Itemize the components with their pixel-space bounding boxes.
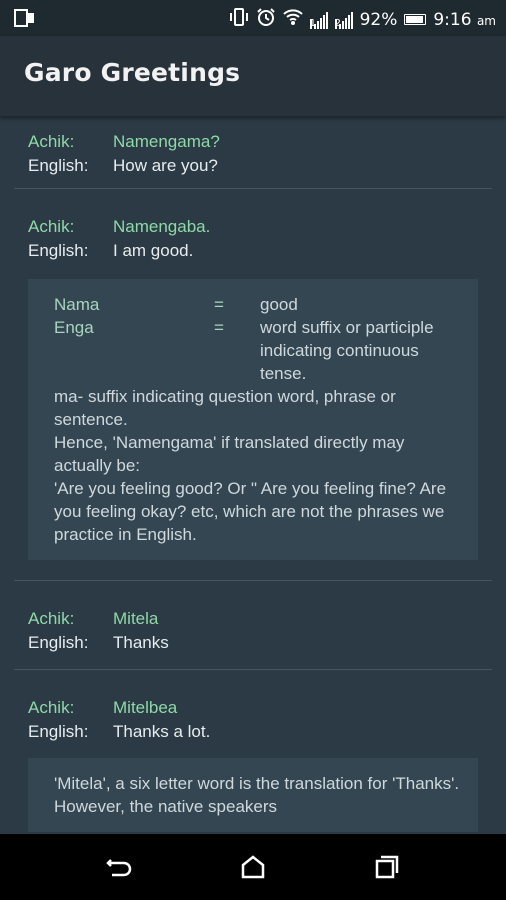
english-phrase: How are you? [113, 156, 218, 175]
home-icon[interactable] [236, 850, 270, 884]
achik-label: Achik: [28, 217, 75, 236]
wifi-icon [282, 8, 303, 31]
english-phrase: Thanks [113, 633, 169, 652]
english-phrase: Thanks a lot. [113, 722, 211, 741]
app-bar: Garo Greetings [0, 36, 506, 116]
achik-label: Achik: [28, 132, 75, 151]
status-bar: 1 2 92% 9:16 am [0, 0, 506, 36]
achik-phrase: Mitela [113, 609, 159, 628]
achik-phrase: Namengaba. [113, 217, 211, 236]
explanation-note: Nama = good Enga = word suffix or partic… [28, 279, 478, 560]
note-paragraph: 'Mitela', a six letter word is the trans… [54, 774, 460, 816]
clock: 9:16 am [433, 9, 496, 30]
equals-sign: = [214, 318, 224, 337]
battery-icon [404, 14, 427, 25]
recents-icon[interactable] [370, 850, 404, 884]
list-item[interactable]: Achik: Mitela English: Thanks [14, 581, 492, 670]
note-paragraph: Hence, 'Namengama' if translated directl… [54, 433, 405, 475]
english-label: English: [28, 633, 89, 652]
back-icon[interactable] [102, 850, 136, 884]
english-label: English: [28, 241, 89, 260]
app-title: Garo Greetings [24, 58, 241, 87]
achik-phrase: Namengama? [113, 132, 220, 151]
equals-sign: = [214, 295, 224, 314]
greetings-list[interactable]: Achik: Namengama? English: How are you? Ac… [0, 116, 506, 834]
term-row: Enga = word suffix or participle indicat… [54, 316, 462, 385]
english-label: English: [28, 722, 89, 741]
term: Enga [54, 318, 94, 337]
english-phrase: I am good. [113, 241, 194, 260]
achik-label: Achik: [28, 698, 75, 717]
english-label: English: [28, 156, 89, 175]
battery-percent: 92% [359, 9, 398, 30]
signal-icon: 2 [334, 11, 353, 29]
note-paragraph: ma- suffix indicating question word, phr… [54, 387, 396, 429]
list-item[interactable]: Achik: Namengama? English: How are you? [14, 116, 492, 189]
achik-label: Achik: [28, 609, 75, 628]
note-paragraph: 'Are you feeling good? Or " Are you feel… [54, 479, 447, 544]
achik-phrase: Mitelbea [113, 698, 178, 717]
term-row: Nama = good [54, 293, 462, 316]
list-item[interactable]: Achik: Mitelbea English: Thanks a lot. 'Mi… [14, 670, 492, 834]
term: Nama [54, 295, 100, 314]
signal-icon: 1 [309, 11, 328, 29]
vibrate-icon [229, 8, 249, 31]
definition: good [260, 295, 298, 314]
definition: word suffix or participle indicating con… [260, 318, 434, 383]
explanation-note: 'Mitela', a six letter word is the trans… [28, 758, 478, 832]
alarm-icon [256, 7, 276, 32]
list-item[interactable]: Achik: Namengaba. English: I am good. Nama… [14, 189, 492, 581]
sim-icon [14, 9, 36, 31]
navigation-bar [0, 834, 506, 900]
